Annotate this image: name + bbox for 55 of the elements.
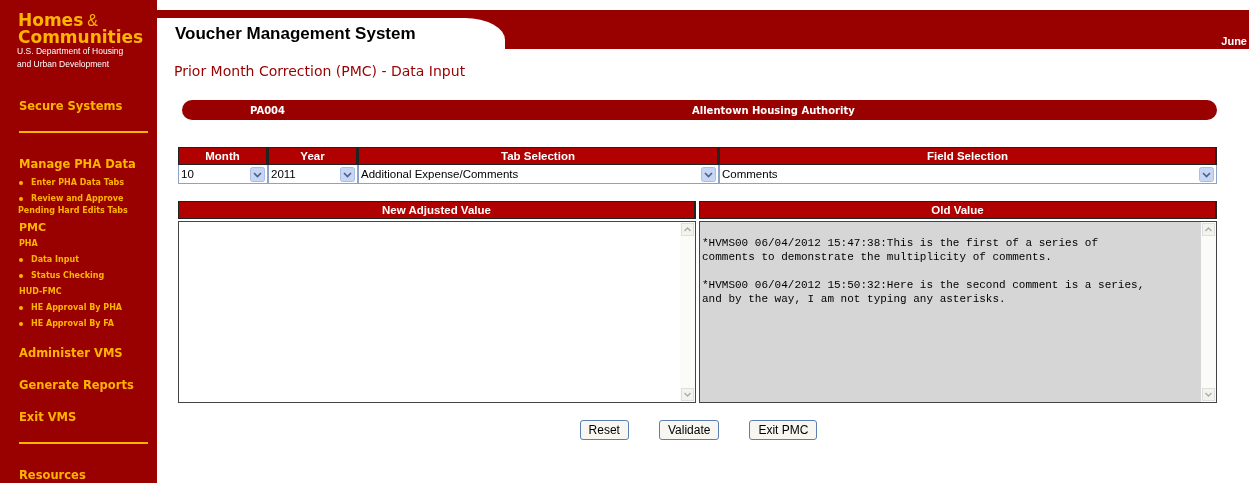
form-button[interactable]: Reset (579, 420, 629, 440)
logo-title: Homes (18, 12, 84, 28)
logo-title: Communities (18, 29, 145, 45)
bullet-icon (19, 258, 23, 262)
comment-text: and by the way, I am not typing any asterisks. (702, 292, 1007, 306)
scroll-down-icon[interactable] (1202, 388, 1215, 401)
form-button[interactable]: Validate (658, 420, 720, 440)
nav-link[interactable]: Status Checking (31, 270, 105, 282)
logo-subtitle: U.S. Department of Housing (17, 45, 125, 58)
nav-link[interactable]: Pending Hard Edits Tabs (18, 205, 157, 217)
column-header: Year (268, 147, 358, 165)
nav-heading: HUD-FMC (18, 286, 63, 298)
old-value-field[interactable] (699, 221, 1217, 403)
bullet-icon (19, 322, 23, 326)
nav-link[interactable]: HE Approval By PHA (31, 302, 123, 314)
nav-link[interactable]: Generate Reports (0, 378, 157, 392)
nav-heading: PMC (18, 221, 48, 235)
dropdown[interactable]: 10 (178, 165, 268, 184)
page-title: Prior Month Correction (PMC) - Data Input (174, 63, 467, 79)
form-button[interactable]: Exit PMC (749, 420, 818, 440)
comment-text: *HVMS00 06/04/2012 15:47:38:This is the first of a series of (702, 236, 1100, 250)
bullet-icon (19, 181, 23, 185)
dropdown[interactable]: 2011 (268, 165, 358, 184)
nav-heading: PHA (18, 238, 39, 250)
nav-link[interactable]: Administer VMS (0, 346, 157, 360)
dropdown[interactable]: Comments (719, 165, 1217, 184)
comment-text: *HVMS00 06/04/2012 15:50:32:Here is the second comment is a series, (702, 278, 1145, 292)
bullet-icon (19, 274, 23, 278)
bullet-icon (19, 197, 23, 201)
header-date: June (1221, 35, 1247, 49)
dropdown[interactable]: Additional Expense/Comments (358, 165, 719, 184)
nav-link[interactable]: Secure Systems (0, 99, 157, 113)
scroll-down-icon[interactable] (681, 388, 694, 401)
nav-link[interactable]: Exit VMS (0, 410, 157, 424)
nav-link[interactable]: Resources (0, 468, 157, 482)
nav-link[interactable]: Review and Approve (31, 193, 124, 205)
nav-link[interactable]: HE Approval By FA (31, 318, 114, 330)
nav-link[interactable]: Manage PHA Data (0, 157, 157, 171)
pha-name: Allentown Housing Authority (692, 104, 855, 116)
logo-subtitle: and Urban Development (17, 58, 111, 71)
scroll-up-icon[interactable] (681, 223, 694, 236)
logo-ampersand: & (87, 13, 98, 29)
column-header: New Adjusted Value (178, 201, 696, 219)
column-header: Month (178, 147, 268, 165)
pha-code: PA004 (249, 104, 287, 116)
column-header: Tab Selection (358, 147, 719, 165)
column-header: Field Selection (719, 147, 1217, 165)
bullet-icon (19, 306, 23, 310)
nav-link[interactable]: Enter PHA Data Tabs (31, 177, 125, 189)
comment-text: comments to demonstrate the multiplicity of comments. (702, 250, 1053, 264)
column-header: Old Value (699, 201, 1217, 219)
scroll-up-icon[interactable] (1202, 223, 1215, 236)
system-title: Voucher Management System (175, 23, 416, 44)
nav-link[interactable]: Data Input (31, 254, 79, 266)
new-value-field[interactable] (178, 221, 696, 403)
